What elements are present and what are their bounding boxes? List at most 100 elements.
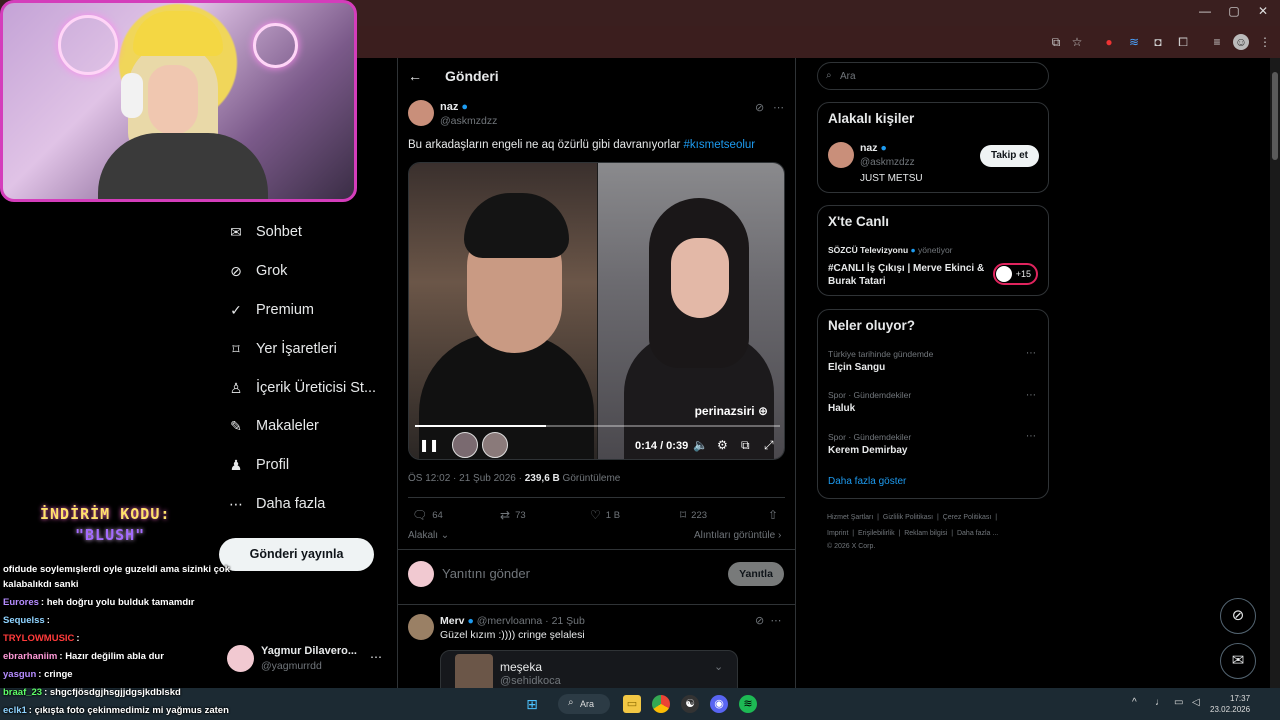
- repost-icon: ⇄: [500, 508, 511, 522]
- like-action[interactable]: ♡ 1 B: [590, 508, 620, 522]
- grok-icon[interactable]: ⊘: [755, 101, 764, 114]
- picture-in-picture-icon[interactable]: ⧉: [741, 438, 750, 453]
- view-quotes-link[interactable]: Alıntıları görüntüle ›: [694, 530, 781, 541]
- chat-message: eclk1: çıkışta foto çekinmedimiz mi yağm…: [3, 705, 229, 716]
- scrollbar-thumb[interactable]: [1272, 72, 1278, 160]
- trend-name[interactable]: Kerem Demirbay: [828, 445, 907, 456]
- windows-start-icon[interactable]: ⊞: [523, 695, 541, 713]
- pause-icon[interactable]: ❚❚: [419, 438, 439, 452]
- live-stream-title[interactable]: #CANLI İş Çıkışı | Merve Ekinci & Burak …: [828, 262, 988, 288]
- volume-icon[interactable]: 🔈: [693, 438, 708, 452]
- show-more-link[interactable]: Daha fazla göster: [828, 476, 906, 487]
- nav-creator-studio[interactable]: ♙ İçerik Üreticisi St...: [228, 375, 376, 401]
- extension-wave-icon[interactable]: ≋: [1126, 34, 1142, 50]
- nav-chat-label: Sohbet: [256, 224, 302, 240]
- microphone-icon[interactable]: ♩: [1155, 697, 1165, 708]
- nav-chat[interactable]: ✉ Sohbet: [228, 219, 302, 245]
- chat-username: TRYLOWMUSIC: [3, 633, 75, 644]
- divider: [397, 58, 398, 698]
- spotify-icon[interactable]: ≋: [739, 695, 757, 713]
- network-icon[interactable]: ▭: [1174, 697, 1183, 708]
- settings-gear-icon[interactable]: ⚙: [717, 438, 728, 452]
- footer-links[interactable]: Imprint | Erişilebilirlik | Reklam bilgi…: [827, 530, 998, 537]
- chrome-icon[interactable]: [652, 695, 670, 713]
- extension-shield-icon[interactable]: ◘: [1150, 34, 1166, 50]
- divider: [398, 604, 795, 605]
- chat-username: ebrarhaniim: [3, 651, 58, 662]
- fullscreen-icon[interactable]: ⤢: [764, 438, 774, 453]
- browser-menu-icon[interactable]: ⋮: [1257, 34, 1273, 50]
- file-explorer-icon[interactable]: ▭: [623, 695, 641, 713]
- share-icon: ⇧: [768, 508, 779, 522]
- sort-related-dropdown[interactable]: Alakalı ⌄: [408, 530, 449, 541]
- taskbar-search[interactable]: Ara: [558, 694, 610, 714]
- trend-more-icon[interactable]: ⋯: [1026, 390, 1036, 401]
- messages-fab-icon[interactable]: ✉: [1220, 643, 1256, 679]
- hashtag-link[interactable]: #kısmetseolur: [684, 139, 756, 151]
- nav-more[interactable]: ⋯ Daha fazla: [228, 491, 325, 517]
- person-bio: JUST METSU: [860, 173, 923, 184]
- reply-button[interactable]: Yanıtla: [728, 562, 784, 586]
- trend-more-icon[interactable]: ⋯: [1026, 431, 1036, 442]
- video-player[interactable]: perinazsiri ⊕ ❚❚ 0:14 / 0:39 🔈 ⚙ ⧉ ⤢: [408, 162, 785, 460]
- nav-bookmarks[interactable]: ⌑ Yer İşaretleri: [228, 336, 336, 362]
- post-text: Bu arkadaşların engeli ne aq özürlü gibi…: [408, 139, 756, 151]
- footer-links[interactable]: Hizmet Şartları | Gizlilik Politikası | …: [827, 514, 997, 521]
- reply-input[interactable]: Yanıtını gönder: [442, 566, 530, 581]
- bookmark-icon: ⌑: [232, 341, 240, 357]
- trend-name[interactable]: Haluk: [828, 403, 855, 414]
- trend-name[interactable]: Elçin Sangu: [828, 362, 885, 373]
- reply-avatar: [408, 561, 434, 587]
- video-progress-fill: [415, 425, 547, 427]
- share-action[interactable]: ⇧: [768, 508, 778, 522]
- nav-premium[interactable]: ✓ Premium: [228, 297, 314, 323]
- reply-action[interactable]: 🗨 64: [412, 508, 443, 522]
- grok-fab-icon[interactable]: ⊘: [1220, 598, 1256, 634]
- reading-list-icon[interactable]: ≡: [1209, 34, 1225, 50]
- author-avatar[interactable]: [408, 100, 434, 126]
- comment-actions[interactable]: ⊘ ⋯: [755, 614, 781, 627]
- webcam-overlay: [0, 0, 357, 202]
- nav-grok[interactable]: ⊘ Grok: [228, 258, 287, 284]
- extensions-puzzle-icon[interactable]: ⧠: [1175, 34, 1191, 50]
- follow-button[interactable]: Takip et: [980, 145, 1039, 167]
- author-handle[interactable]: @askmzdzz: [440, 115, 497, 127]
- star-icon[interactable]: ☆: [1069, 34, 1085, 50]
- nav-articles[interactable]: ✎ Makaleler: [228, 413, 319, 439]
- back-arrow-icon[interactable]: ←: [408, 68, 422, 84]
- video-progress-bar[interactable]: [415, 425, 780, 427]
- install-icon[interactable]: ⧉: [1048, 34, 1064, 50]
- profile-avatar-icon[interactable]: ☺: [1233, 34, 1249, 50]
- person-avatar[interactable]: [828, 142, 854, 168]
- search-input[interactable]: Ara: [817, 62, 1049, 90]
- account-avatar[interactable]: [227, 645, 254, 672]
- author-name[interactable]: naz ●: [440, 101, 468, 113]
- nav-profile-label: Profil: [256, 457, 290, 473]
- volume-icon[interactable]: ◁: [1192, 697, 1200, 708]
- heart-icon: ♡: [590, 508, 601, 522]
- search-icon: ⌕: [568, 697, 574, 708]
- nav-profile[interactable]: ♟ Profil: [228, 452, 289, 478]
- repost-action[interactable]: ⇄ 73: [500, 508, 526, 522]
- chat-username: braaf_23: [3, 687, 43, 698]
- bookmark-action[interactable]: ⌑ 223: [680, 508, 707, 522]
- post-button[interactable]: Gönderi yayınla: [219, 538, 374, 571]
- verified-badge-icon: ●: [880, 142, 887, 154]
- chat-message: braaf_23: shgcfjösdgjhsgjjdgsjkdblskd: [3, 687, 181, 698]
- close-window-button[interactable]: ✕: [1243, 4, 1280, 18]
- chevron-down-icon[interactable]: ⌄: [714, 660, 723, 673]
- post-more-icon[interactable]: ⋯: [773, 101, 784, 114]
- extension-red-icon[interactable]: ●: [1101, 34, 1117, 50]
- divider: [795, 58, 796, 698]
- discord-icon[interactable]: ◉: [710, 695, 728, 713]
- person-handle: @askmzdzz: [860, 157, 915, 168]
- envelope-icon: ✉: [230, 224, 242, 240]
- taskbar-clock[interactable]: 17:37 23.02.2026: [1210, 693, 1250, 715]
- trend-more-icon[interactable]: ⋯: [1026, 348, 1036, 359]
- account-more-icon[interactable]: ⋯: [370, 650, 382, 664]
- github-icon[interactable]: ☯: [681, 695, 699, 713]
- person-name[interactable]: naz ●: [860, 142, 887, 154]
- comment-avatar[interactable]: [408, 614, 434, 640]
- embed-handle: @sehidkoca: [500, 675, 561, 687]
- tray-chevron-icon[interactable]: ^: [1132, 697, 1137, 708]
